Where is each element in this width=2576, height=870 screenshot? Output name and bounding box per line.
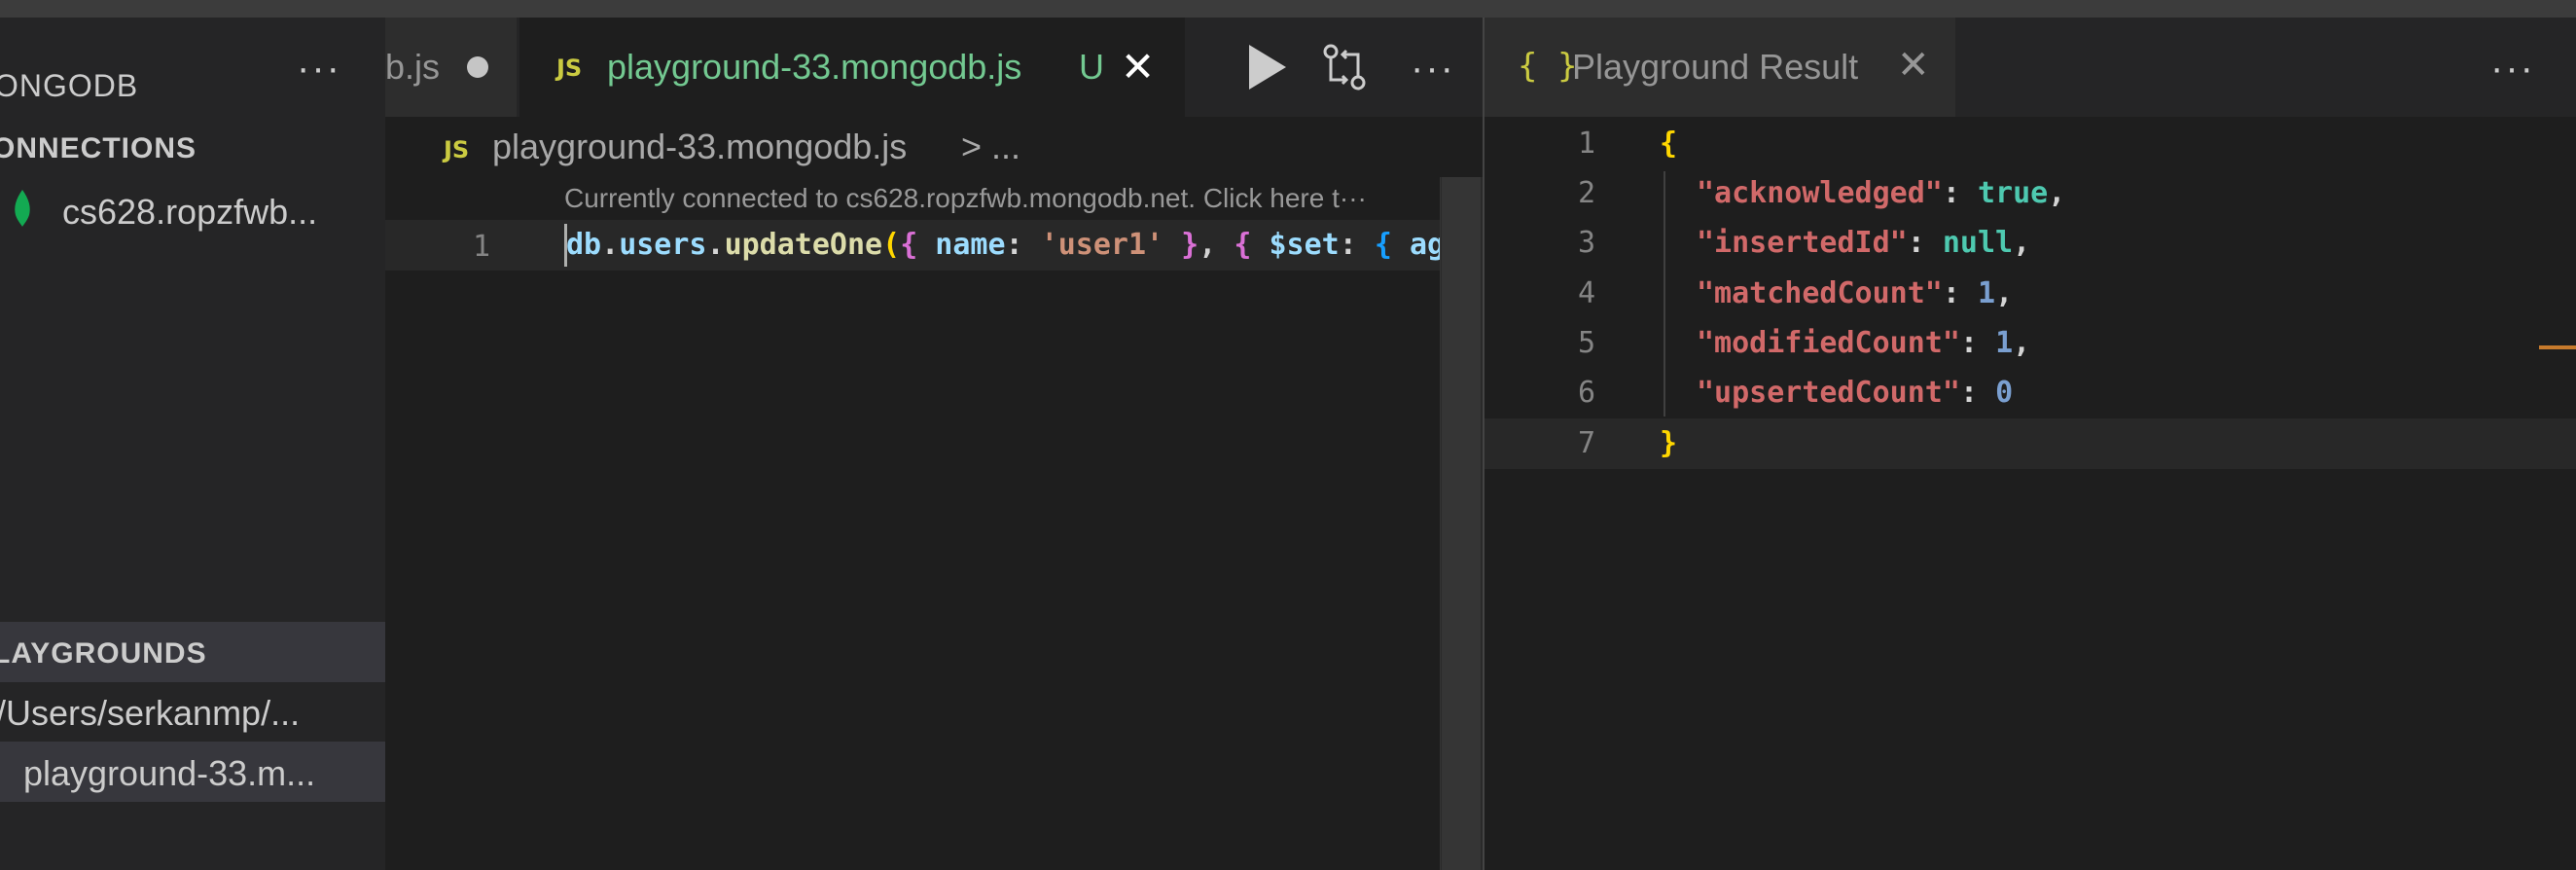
result-line-number: 4 — [1577, 276, 1595, 310]
json-line: "acknowledged": true, — [1697, 176, 2065, 210]
result-line-number: 2 — [1577, 176, 1595, 210]
line-number: 1 — [473, 230, 491, 264]
close-tab-icon[interactable]: ✕ — [1121, 43, 1155, 91]
json-line: "matchedCount": 1, — [1697, 276, 2013, 310]
code-token: ag — [1391, 228, 1442, 262]
json-value: 1 — [1995, 326, 2014, 360]
json-value: 0 — [1995, 376, 2014, 410]
code-token: $set — [1251, 228, 1340, 262]
breadcrumb-file[interactable]: playground-33.mongodb.js — [492, 127, 907, 167]
json-line: { — [1660, 127, 1677, 161]
code-token: updateOne — [724, 228, 883, 262]
tab-playground-result[interactable]: { } Playground Result ✕ — [1485, 18, 1955, 117]
result-line-number: 3 — [1577, 226, 1595, 260]
result-line-number: 6 — [1577, 376, 1595, 410]
connection-codelens[interactable]: Currently connected to cs628.ropzfwb.mon… — [564, 183, 1469, 214]
playground-file-label: playground-33.m... — [23, 753, 316, 793]
code-token: { — [900, 228, 918, 262]
editor-tab-bar: b.js JS playground-33.mongodb.js U ✕ ··· — [385, 18, 1483, 117]
close-result-tab-icon[interactable]: ✕ — [1897, 43, 1930, 88]
json-comma: , — [2013, 326, 2031, 360]
untracked-status-badge: U — [1079, 47, 1104, 87]
json-key: "modifiedCount" — [1697, 326, 1960, 360]
breadcrumb: JS playground-33.mongodb.js > ... — [385, 117, 1483, 177]
json-line: } — [1660, 426, 1677, 460]
tab-playground-result-label: Playground Result — [1572, 47, 1859, 87]
code-token: db — [566, 228, 602, 262]
result-tab-bar: { } Playground Result ✕ — [1485, 18, 2576, 117]
code-token: . — [601, 228, 620, 262]
unsaved-dot-icon[interactable] — [467, 56, 488, 78]
json-key: "upsertedCount" — [1697, 376, 1960, 410]
json-value: null — [1942, 226, 2014, 260]
json-colon: : — [1907, 226, 1943, 260]
connection-item[interactable]: cs628.ropzfwb... — [0, 180, 385, 238]
result-current-line-highlight — [1485, 418, 2576, 469]
code-line[interactable]: db.users.updateOne({ name: 'user1' }, { … — [566, 228, 1442, 267]
json-value: 1 — [1978, 276, 1996, 310]
connection-label: cs628.ropzfwb... — [62, 192, 318, 232]
indent-guide — [1664, 171, 1665, 417]
result-line-number: 1 — [1577, 127, 1595, 161]
json-key: "acknowledged" — [1697, 176, 1943, 210]
json-line: "insertedId": null, — [1697, 226, 2030, 260]
tab-previous-file-label: b.js — [385, 47, 441, 87]
connections-header-label: ONNECTIONS — [0, 132, 197, 164]
code-token: } — [1163, 228, 1199, 262]
json-key: "insertedId" — [1697, 226, 1908, 260]
code-token: 'user1' — [1040, 228, 1164, 262]
breadcrumb-js-icon: JS — [444, 136, 470, 163]
json-comma: , — [1995, 276, 2014, 310]
tab-playground-33[interactable]: JS playground-33.mongodb.js U ✕ — [519, 18, 1185, 117]
tab-playground-33-label: playground-33.mongodb.js — [607, 47, 1022, 87]
playground-file-item[interactable]: playground-33.m... — [0, 742, 385, 802]
title-bar — [0, 0, 2576, 18]
editor-actions: ··· — [1185, 18, 1483, 117]
sidebar-title: ONGODB — [0, 68, 139, 103]
result-line-number: 7 — [1577, 426, 1595, 460]
json-braces-icon: { } — [1518, 47, 1578, 86]
code-token: { — [1234, 228, 1252, 262]
json-colon: : — [1959, 376, 1996, 410]
json-close-brace: } — [1660, 426, 1678, 460]
compare-changes-icon[interactable] — [1321, 43, 1368, 91]
mongodb-leaf-icon — [15, 190, 30, 227]
run-play-icon[interactable] — [1249, 45, 1286, 90]
code-token: ( — [882, 228, 901, 262]
json-line: "upsertedCount": 0 — [1697, 376, 2013, 410]
code-token: users — [619, 228, 707, 262]
connections-section-header[interactable]: ONNECTIONS — [0, 117, 385, 177]
json-comma: , — [2048, 176, 2066, 210]
json-open-brace: { — [1660, 127, 1678, 161]
json-colon: : — [1959, 326, 1996, 360]
text-cursor — [564, 224, 567, 267]
playground-folder-item[interactable]: /Users/serkanmp/... — [0, 693, 300, 734]
code-token: , — [1199, 228, 1234, 262]
json-colon: : — [1942, 276, 1978, 310]
json-comma: , — [2013, 226, 2031, 260]
sidebar-more-icon[interactable]: ··· — [297, 47, 341, 91]
breadcrumb-symbols[interactable]: > ... — [961, 127, 1020, 167]
json-line: "modifiedCount": 1, — [1697, 326, 2030, 360]
code-token: : — [1339, 228, 1375, 262]
playgrounds-header-label: LAYGROUNDS — [0, 637, 207, 670]
editor-scrollbar-thumb[interactable] — [1442, 177, 1481, 870]
json-colon: : — [1942, 176, 1978, 210]
result-more-icon[interactable]: ··· — [2490, 47, 2535, 91]
playgrounds-section-header[interactable]: LAYGROUNDS — [0, 622, 385, 682]
code-token: { — [1374, 228, 1392, 262]
json-key: "matchedCount" — [1697, 276, 1943, 310]
code-token: : — [1005, 228, 1041, 262]
mongodb-sidebar: ONGODB ··· ONNECTIONS cs628.ropzfwb... L… — [0, 18, 385, 870]
editor-more-icon[interactable]: ··· — [1411, 47, 1455, 91]
code-token: name — [917, 228, 1006, 262]
overview-ruler-marker — [2539, 345, 2576, 349]
js-file-icon: JS — [556, 54, 583, 82]
tab-previous-file[interactable]: b.js — [385, 18, 518, 117]
code-token: . — [706, 228, 725, 262]
result-line-number: 5 — [1577, 326, 1595, 360]
json-value: true — [1978, 176, 2049, 210]
